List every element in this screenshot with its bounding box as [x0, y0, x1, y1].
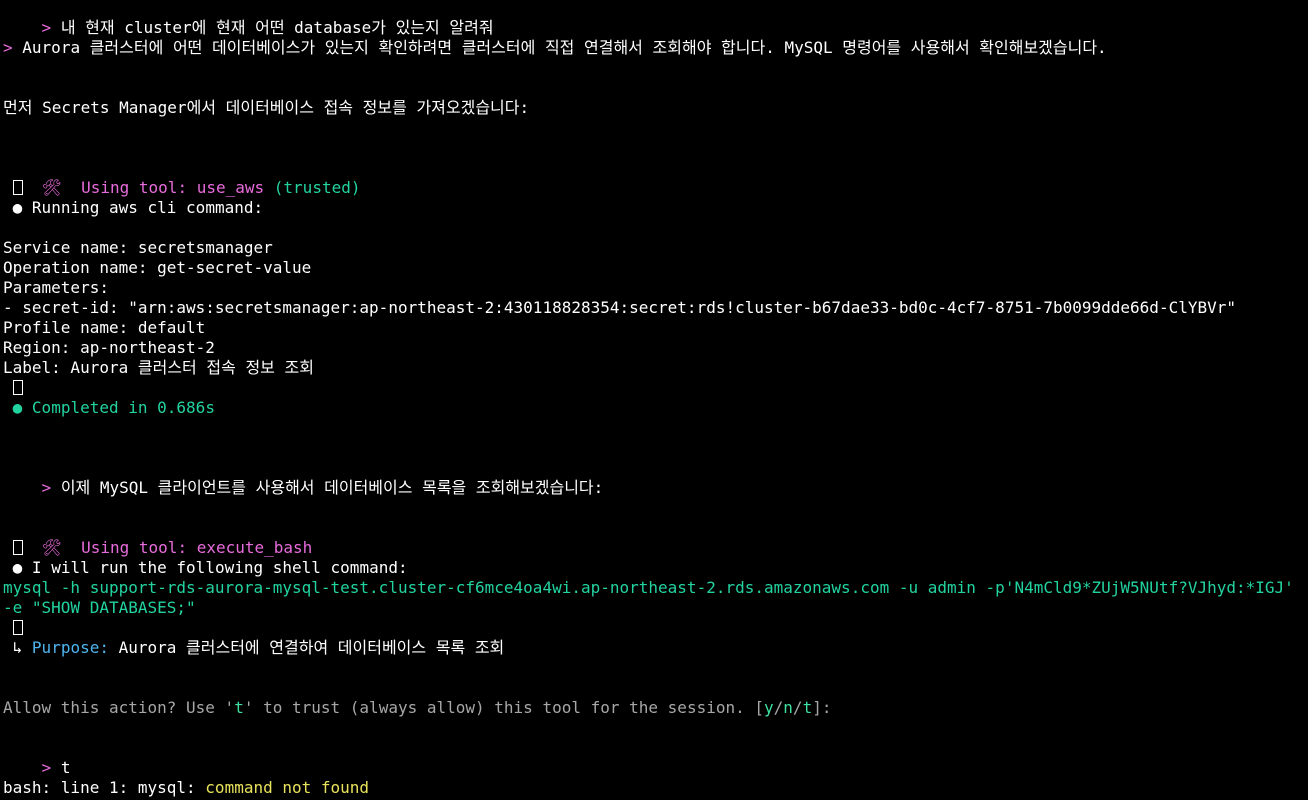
completed-line: ● Completed in 0.686s: [3, 398, 215, 418]
prompt-symbol: >: [41, 758, 52, 777]
assistant-mysql-text: 이제 MySQL 클라이언트를 사용해서 데이터베이스 목록을 조회해보겠습니다…: [60, 478, 604, 497]
operation-name: Operation name: get-secret-value: [3, 258, 312, 277]
running-line: ● Running aws cli command:: [3, 198, 263, 218]
bullet-icon: ●: [12, 198, 23, 217]
box-glyph-line: [3, 538, 23, 558]
user-prompt-line: > 내 현재 cluster에 현재 어떤 database가 있는지 알려줘: [3, 0, 494, 37]
parameters-label: Parameters:: [3, 278, 109, 297]
profile-name: Profile name: default: [3, 318, 206, 337]
placeholder-box-icon: [12, 380, 23, 395]
bash-prefix: bash: line 1: mysql:: [3, 778, 206, 797]
tool-name: use_aws: [196, 178, 265, 197]
bullet-icon: ●: [12, 558, 23, 577]
box-glyph-line: [3, 178, 23, 198]
box-glyph-line: [3, 618, 23, 638]
prompt-symbol: >: [3, 38, 13, 57]
box-glyph-line: [3, 378, 23, 398]
allow-slash: /: [773, 698, 784, 717]
tool-use-header: 🛠 Using tool: use_aws (trusted): [3, 158, 361, 197]
running-text: Running aws cli command:: [31, 198, 264, 217]
purpose-text: Aurora 클러스터에 연결하여 데이터베이스 목록 조회: [118, 638, 505, 657]
shell-command: mysql -h support-rds-aurora-mysql-test.c…: [3, 578, 1294, 617]
placeholder-box-icon: [12, 180, 23, 195]
allow-prompt: Allow this action? Use 't' to trust (alw…: [3, 698, 831, 718]
allow-prefix: Allow this action? Use ': [3, 698, 235, 717]
wrench-icon: 🛠: [41, 538, 62, 557]
trusted-badge: (trusted): [273, 178, 361, 197]
allow-option-n: n: [783, 698, 793, 717]
completed-text: Completed in 0.686s: [31, 398, 215, 417]
will-run-text: I will run the following shell command:: [31, 558, 408, 577]
user-reply-line[interactable]: > t: [3, 738, 71, 777]
tool-use-header: 🛠 Using tool: execute_bash: [3, 518, 313, 557]
allow-key-t: t: [234, 698, 244, 717]
service-name: Service name: secretsmanager: [3, 238, 273, 257]
bash-error-line: bash: line 1: mysql: command not found: [3, 778, 369, 798]
assistant-response-text: Aurora 클러스터에 어떤 데이터베이스가 있는지 확인하려면 클러스터에 …: [22, 38, 1107, 57]
tool-prefix: Using tool:: [81, 538, 197, 557]
user-question: 내 현재 cluster에 현재 어떤 database가 있는지 알려줘: [60, 18, 494, 37]
region: Region: ap-northeast-2: [3, 338, 215, 357]
label: Label: Aurora 클러스터 접속 정보 조회: [3, 358, 314, 377]
assistant-mysql-line: > 이제 MySQL 클라이언트를 사용해서 데이터베이스 목록을 조회해보겠습…: [3, 458, 604, 497]
allow-mid: ' to trust (always allow) this tool for …: [243, 698, 764, 717]
bullet-icon: ●: [12, 398, 23, 417]
return-arrow-icon: ↳: [12, 638, 23, 657]
placeholder-box-icon: [12, 620, 23, 635]
allow-option-t: t: [802, 698, 813, 717]
user-reply: t: [60, 758, 71, 777]
allow-slash: /: [792, 698, 803, 717]
assistant-secrets-line: 먼저 Secrets Manager에서 데이터베이스 접속 정보를 가져오겠습…: [3, 98, 530, 117]
secret-id-param: - secret-id: "arn:aws:secretsmanager:ap-…: [3, 298, 1236, 317]
bash-error-text: command not found: [205, 778, 370, 797]
assistant-response-line: > Aurora 클러스터에 어떤 데이터베이스가 있는지 확인하려면 클러스터…: [3, 38, 1305, 58]
allow-option-y: y: [764, 698, 774, 717]
purpose-label: Purpose:: [31, 638, 109, 657]
wrench-icon: 🛠: [41, 178, 62, 197]
allow-end: ]:: [812, 698, 832, 717]
prompt-symbol: >: [41, 478, 52, 497]
purpose-line: ↳ Purpose: Aurora 클러스터에 연결하여 데이터베이스 목록 조…: [3, 638, 505, 658]
tool-name: execute_bash: [196, 538, 313, 557]
will-run-line: ● I will run the following shell command…: [3, 558, 408, 578]
tool-prefix: Using tool:: [81, 178, 197, 197]
prompt-symbol: >: [41, 18, 52, 37]
placeholder-box-icon: [12, 540, 23, 555]
